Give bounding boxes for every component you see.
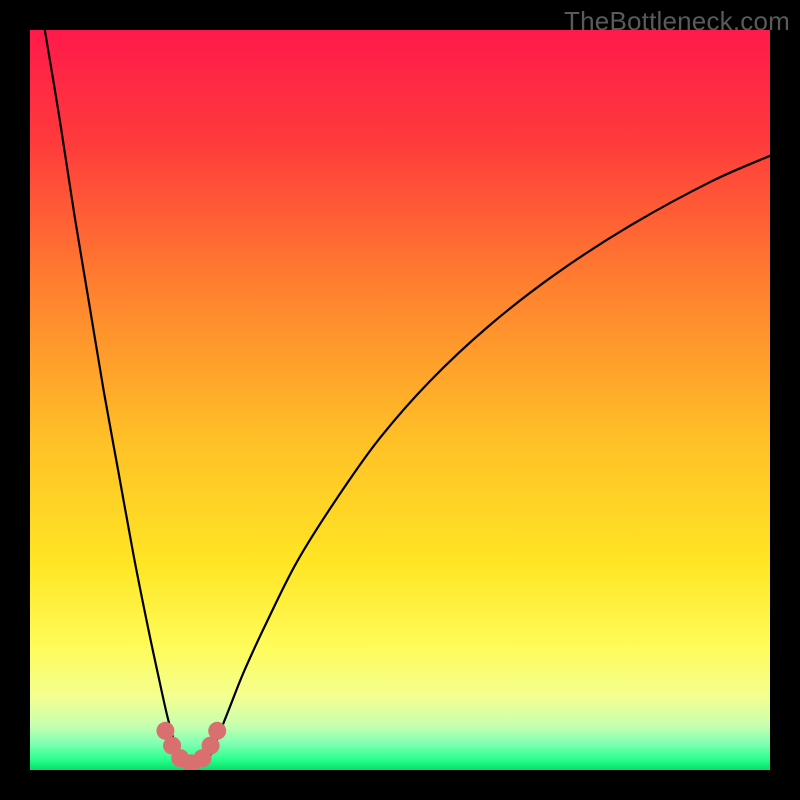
chart-stage: TheBottleneck.com [0, 0, 800, 800]
valley-marker [208, 722, 226, 740]
plot-svg [30, 30, 770, 770]
gradient-background [30, 30, 770, 770]
plot-area [30, 30, 770, 770]
